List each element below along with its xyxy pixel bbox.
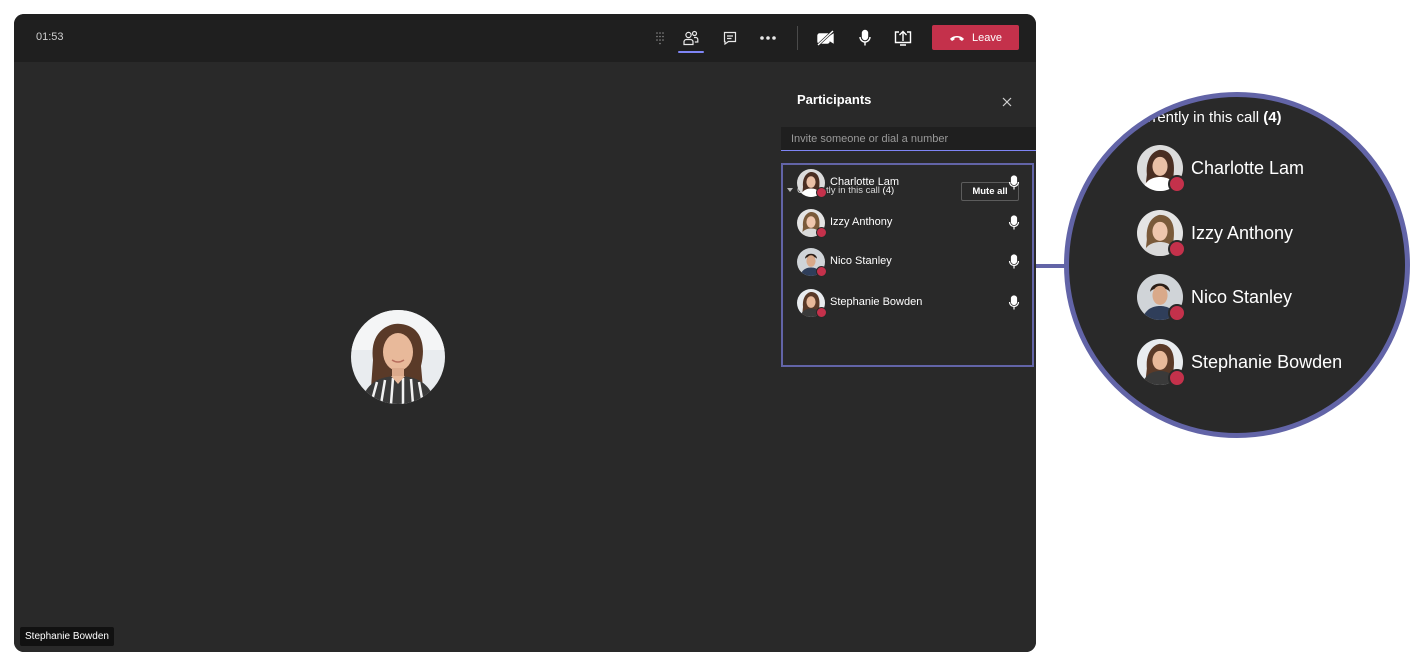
- avatar: [1137, 145, 1186, 193]
- zoom-callout: urrently in this call (4) Charlotte Lam …: [1064, 92, 1410, 438]
- close-icon[interactable]: [999, 94, 1015, 110]
- avatar: [1137, 274, 1186, 322]
- mic-icon[interactable]: [853, 26, 877, 50]
- zoom-participant-row: Nico Stanley: [1137, 274, 1397, 322]
- status-badge: [1168, 175, 1186, 193]
- leave-button[interactable]: Leave: [932, 25, 1019, 50]
- status-badge: [1168, 240, 1186, 258]
- camera-off-icon[interactable]: [814, 26, 838, 50]
- zoom-participant-row: Charlotte Lam: [1137, 145, 1397, 193]
- zoom-participant-row: Stephanie Bowden: [1137, 339, 1397, 387]
- status-badge: [1168, 369, 1186, 387]
- meeting-toolbar: 01:53 Leave: [14, 14, 1036, 62]
- hangup-icon: [950, 35, 964, 41]
- chat-icon[interactable]: [718, 26, 742, 50]
- share-icon[interactable]: [891, 26, 915, 50]
- zoom-participant-name: Izzy Anthony: [1191, 223, 1294, 243]
- panel-title: Participants: [797, 92, 872, 107]
- zoom-section-label: urrently in this call (4): [1139, 109, 1282, 126]
- highlight-frame: [781, 163, 1034, 367]
- more-icon[interactable]: [756, 26, 780, 50]
- avatar: [1137, 339, 1186, 387]
- active-tab-indicator: [678, 51, 704, 53]
- zoom-participant-name: Charlotte Lam: [1191, 158, 1305, 178]
- zoom-participant-row: Izzy Anthony: [1137, 210, 1397, 258]
- participants-icon[interactable]: [679, 26, 703, 50]
- toolbar-divider: [797, 26, 798, 50]
- status-badge: [1168, 304, 1186, 322]
- leave-label: Leave: [972, 31, 1002, 44]
- video-stage: Stephanie Bowden: [14, 62, 781, 652]
- speaker-avatar: [351, 310, 445, 404]
- invite-input[interactable]: [781, 127, 1036, 151]
- zoom-participant-name: Stephanie Bowden: [1191, 352, 1343, 372]
- zoom-connector: [1036, 264, 1066, 268]
- avatar: [1137, 210, 1186, 258]
- speaker-name-tag: Stephanie Bowden: [20, 627, 114, 646]
- zoom-section-count: (4): [1263, 109, 1282, 126]
- zoom-participant-name: Nico Stanley: [1191, 287, 1293, 307]
- call-timer: 01:53: [36, 31, 64, 43]
- dialpad-icon[interactable]: [648, 26, 672, 50]
